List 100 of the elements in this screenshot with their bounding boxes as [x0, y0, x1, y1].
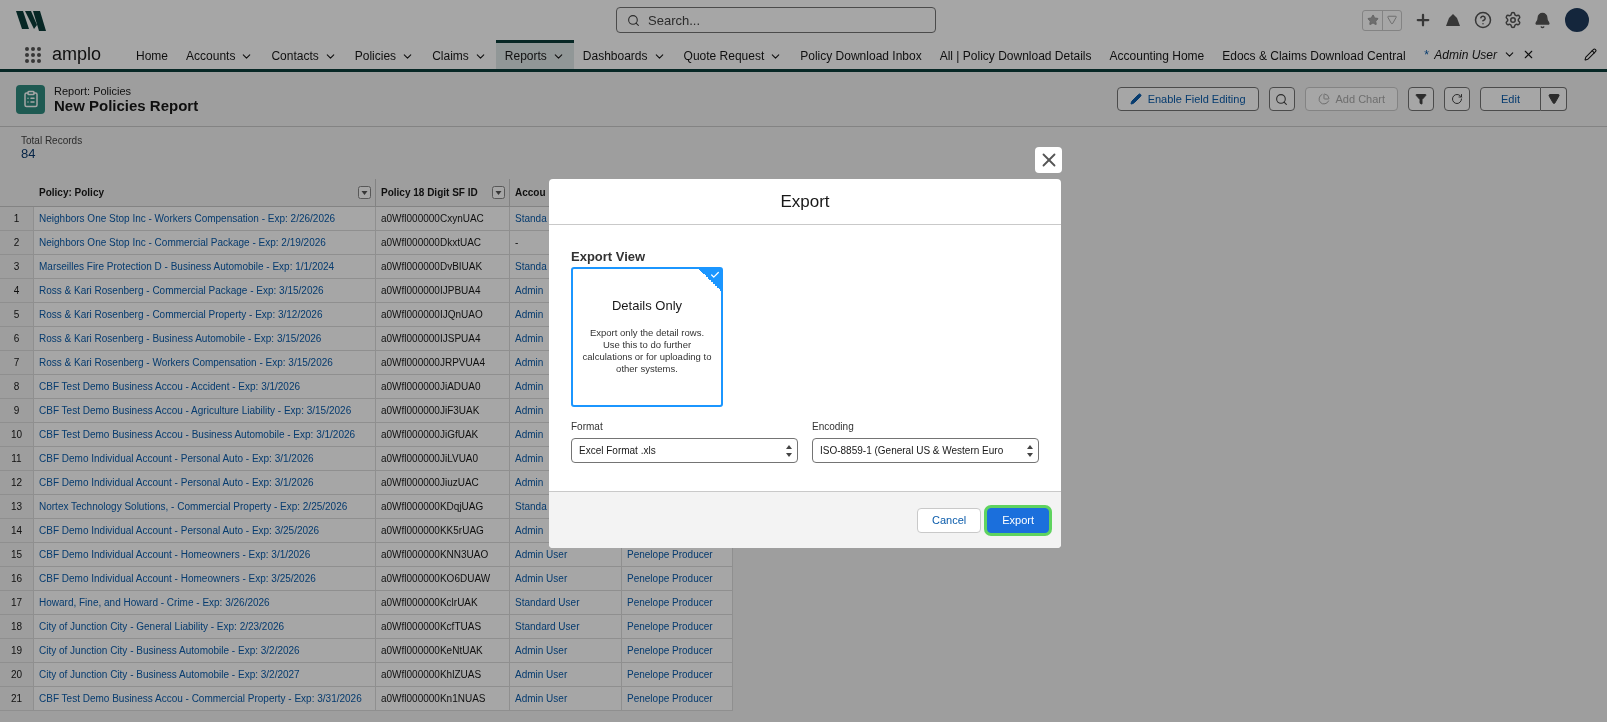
table-cell: a0Wfl000000IJPBUA4: [376, 279, 510, 303]
report-type: Report: Policies: [54, 84, 133, 97]
record-tab[interactable]: * Admin User: [1414, 40, 1545, 69]
table-link[interactable]: CBF Demo Individual Account - Homeowners - Exp: 3/25/2026: [34, 567, 376, 591]
table-link[interactable]: Howard, Fine, and Howard - Crime - Exp: 3/26/2026: [34, 591, 376, 615]
column-menu-icon[interactable]: [358, 186, 371, 199]
table-link[interactable]: Ross & Kari Rosenberg - Commercial Property - Exp: 3/12/2026: [34, 303, 376, 327]
nav-tab[interactable]: Accounts: [177, 40, 263, 69]
updown-icon: [785, 443, 793, 458]
export-button[interactable]: Export: [987, 507, 1049, 533]
edit-icon[interactable]: [1584, 48, 1597, 61]
cancel-button[interactable]: Cancel: [916, 507, 982, 533]
select-field[interactable]: Excel Format .xls: [571, 438, 798, 463]
row-number: 6: [0, 327, 34, 351]
row-number: 13: [0, 495, 34, 519]
close-button[interactable]: [1035, 147, 1062, 173]
nav-tab[interactable]: Accounting Home: [1100, 40, 1214, 69]
table-link[interactable]: Admin User: [510, 639, 622, 663]
table-link[interactable]: CBF Test Demo Business Accou - Business Automobile - Exp: 3/1/2026: [34, 423, 376, 447]
nav-tab[interactable]: Contacts: [262, 40, 346, 69]
table-link[interactable]: City of Junction City - Business Automobile - Exp: 3/2/2026: [34, 639, 376, 663]
nav-tab[interactable]: Claims: [423, 40, 496, 69]
table-link[interactable]: CBF Test Demo Business Accou - Commercial Property - Exp: 3/31/2026: [34, 687, 376, 711]
table-link[interactable]: Neighbors One Stop Inc - Commercial Package - Exp: 2/19/2026: [34, 231, 376, 255]
table-link[interactable]: Ross & Kari Rosenberg - Commercial Package - Exp: 3/15/2026: [34, 279, 376, 303]
table-cell: a0Wfl000000KeNtUAK: [376, 639, 510, 663]
refresh-button[interactable]: [1444, 87, 1471, 111]
table-link[interactable]: Penelope Producer: [622, 567, 733, 591]
settings-icon[interactable]: [1504, 11, 1522, 29]
nav-tab[interactable]: All | Policy Download Details: [930, 40, 1101, 69]
nav-tab[interactable]: Reports: [495, 40, 574, 69]
table-cell: a0Wfl000000KDqjUAG: [376, 495, 510, 519]
table-cell: a0Wfl000000KclrUAK: [376, 591, 510, 615]
help-icon[interactable]: [1474, 11, 1492, 29]
table-link[interactable]: Ross & Kari Rosenberg - Business Automobile - Exp: 3/15/2026: [34, 327, 376, 351]
table-link[interactable]: CBF Demo Individual Account - Personal Auto - Exp: 3/1/2026: [34, 471, 376, 495]
table-cell: a0Wfl000000JRPVUA4: [376, 351, 510, 375]
add-icon[interactable]: [1414, 11, 1432, 29]
table-link[interactable]: CBF Test Demo Business Accou - Agriculture Liability - Exp: 3/15/2026: [34, 399, 376, 423]
select-field[interactable]: ISO-8859-1 (General US & Western Euro: [812, 438, 1039, 463]
export-option-card[interactable]: Details Only Export only the detail rows. Use this to do further calculations or for uploading to other systems.: [571, 267, 723, 407]
table-link[interactable]: Neighbors One Stop Inc - Workers Compensation - Exp: 2/26/2026: [34, 207, 376, 231]
table-link[interactable]: Penelope Producer: [622, 687, 733, 711]
search-placeholder: Search...: [648, 12, 701, 28]
dropdown-button[interactable]: [1541, 87, 1567, 111]
dialog-title: Export: [780, 191, 830, 212]
nav-tab[interactable]: Policies: [345, 40, 424, 69]
table-link[interactable]: Penelope Producer: [622, 615, 733, 639]
app-launcher-icon[interactable]: [24, 45, 42, 64]
chart-icon: [1317, 93, 1330, 105]
table-link[interactable]: City of Junction City - General Liability - Exp: 2/23/2026: [34, 615, 376, 639]
table-cell: a0Wfl000000JiADUA0: [376, 375, 510, 399]
table-link[interactable]: CBF Test Demo Business Accou - Accident - Exp: 3/1/2026: [34, 375, 376, 399]
table-link[interactable]: Penelope Producer: [622, 639, 733, 663]
nav-tab[interactable]: Dashboards: [573, 40, 675, 69]
nav-tab[interactable]: Policy Download Inbox: [791, 40, 931, 69]
table-link[interactable]: Penelope Producer: [622, 591, 733, 615]
search-field[interactable]: Search...: [616, 7, 936, 33]
table-link[interactable]: City of Junction City - Business Automobile - Exp: 3/2/2027: [34, 663, 376, 687]
table-link[interactable]: Ross & Kari Rosenberg - Workers Compensation - Exp: 3/15/2026: [34, 351, 376, 375]
table-link[interactable]: Admin User: [510, 567, 622, 591]
avatar[interactable]: [1563, 6, 1591, 34]
table-cell: a0Wfl000000KK5rUAG: [376, 519, 510, 543]
table-cell: a0Wfl000000KhlZUAS: [376, 663, 510, 687]
edit-button[interactable]: Edit: [1480, 87, 1541, 111]
table-link[interactable]: CBF Demo Individual Account - Personal Auto - Exp: 3/1/2026: [34, 447, 376, 471]
table-link[interactable]: Marseilles Fire Protection D - Business Automobile - Exp: 1/1/2024: [34, 255, 376, 279]
filter-button[interactable]: [1408, 87, 1435, 111]
table-link[interactable]: CBF Demo Individual Account - Homeowners - Exp: 3/1/2026: [34, 543, 376, 567]
bell-icon[interactable]: [1534, 11, 1551, 29]
total-records-value: 84: [21, 146, 36, 161]
table-link[interactable]: Penelope Producer: [622, 663, 733, 687]
table-cell: a0Wfl000000JiLVUA0: [376, 447, 510, 471]
table-cell: a0Wfl000000DkxtUAC: [376, 231, 510, 255]
row-number: 4: [0, 279, 34, 303]
field-label: Encoding: [812, 421, 855, 432]
option-title: Details Only: [611, 298, 683, 313]
row-number: 2: [0, 231, 34, 255]
row-number: 17: [0, 591, 34, 615]
search-button[interactable]: [1268, 87, 1295, 111]
app-name: amplo: [52, 43, 102, 66]
table-cell: a0Wfl000000DvBIUAK: [376, 255, 510, 279]
search-icon: [627, 13, 640, 27]
table-link[interactable]: Admin User: [510, 663, 622, 687]
column-menu-icon[interactable]: [492, 186, 505, 199]
table-link[interactable]: Standard User: [510, 615, 622, 639]
table-link[interactable]: Standard User: [510, 591, 622, 615]
row-number: 1: [0, 207, 34, 231]
table-link[interactable]: CBF Demo Individual Account - Personal Auto - Exp: 3/25/2026: [34, 519, 376, 543]
row-number: 12: [0, 471, 34, 495]
table-cell: a0Wfl000000IJQnUAO: [376, 303, 510, 327]
table-cell: a0Wfl000000IJSPUA4: [376, 327, 510, 351]
table-link[interactable]: Nortex Technology Solutions, - Commercial Property - Exp: 2/25/2026: [34, 495, 376, 519]
enable-field-editing-button[interactable]: Enable Field Editing: [1116, 87, 1259, 111]
nav-tab[interactable]: Quote Request: [674, 40, 792, 69]
nav-tab[interactable]: Home: [127, 40, 178, 69]
table-cell: a0Wfl000000KcfTUAS: [376, 615, 510, 639]
record-tab-label: Admin User: [1434, 47, 1498, 62]
nav-tab[interactable]: Edocs & Claims Download Central: [1213, 40, 1415, 69]
table-link[interactable]: Admin User: [510, 687, 622, 711]
